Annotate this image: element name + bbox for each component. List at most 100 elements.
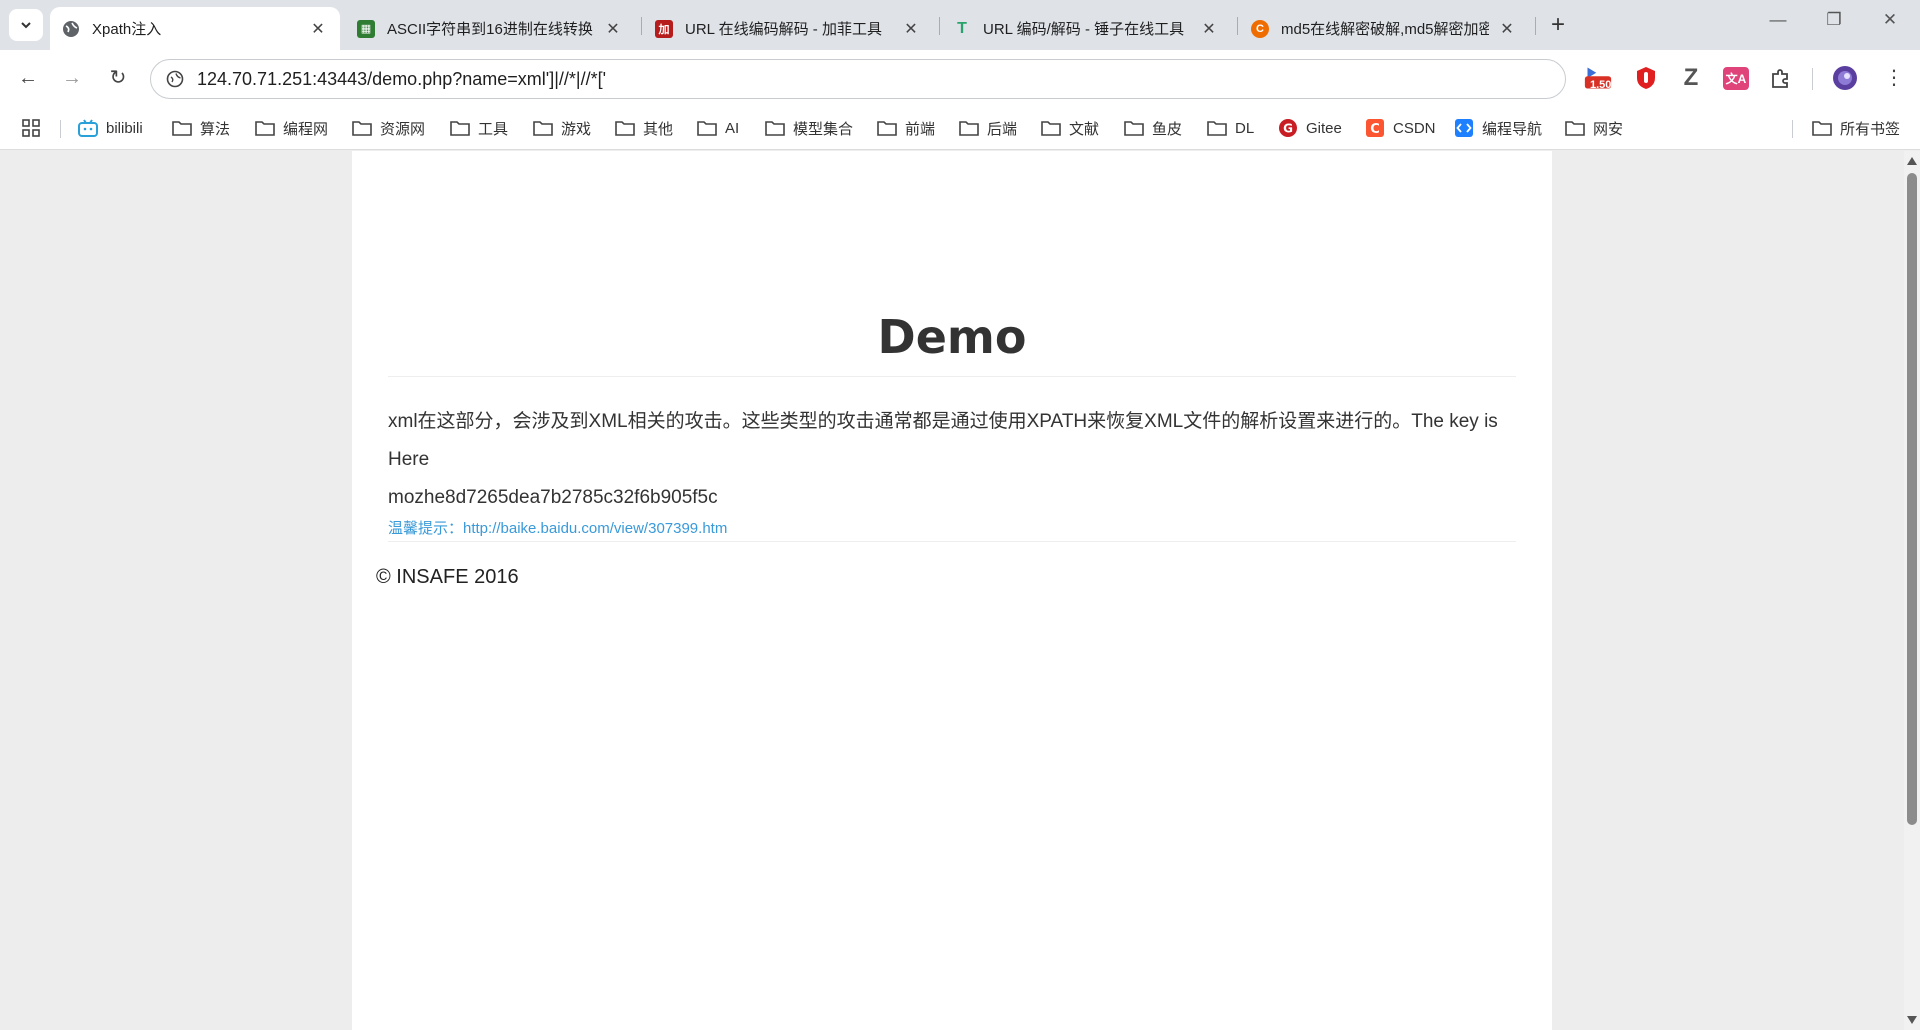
scroll-down-arrow-icon[interactable]: [1907, 1016, 1917, 1024]
svg-text:C: C: [1370, 122, 1380, 137]
bookmark-folder-backend[interactable]: 后端: [959, 115, 1017, 141]
forward-button[interactable]: →: [58, 64, 86, 92]
window-close-button[interactable]: ✕: [1870, 10, 1910, 30]
scrollbar[interactable]: [1904, 151, 1920, 1030]
bookmark-label: 算法: [200, 120, 231, 138]
folder-icon: [765, 119, 785, 137]
tab-xpath[interactable]: Xpath注入 ✕: [50, 7, 340, 50]
bookmark-folder-biancheng[interactable]: 编程网: [255, 115, 328, 141]
bookmark-separator: [60, 120, 61, 138]
content-key: mozhe8d7265dea7b2785c32f6b905f5c: [388, 487, 718, 508]
speed-badge-text: 1.50: [1590, 79, 1612, 91]
new-tab-button[interactable]: +: [1544, 12, 1572, 40]
bookmark-label: 其他: [643, 120, 674, 138]
restore-button[interactable]: ❐: [1814, 10, 1854, 30]
bookmark-label: 游戏: [561, 120, 592, 138]
bookmark-folder-ziyuan[interactable]: 资源网: [352, 115, 425, 141]
tab-ascii[interactable]: ▦ ASCII字符串到16进制在线转换 ✕: [345, 7, 635, 50]
hammer-icon: T: [957, 19, 967, 37]
bookmark-bilibili[interactable]: bilibili: [78, 115, 143, 141]
bookmarks-bar: bilibili 算法 编程网 资源网 工具 游戏 其他 AI 模型集合 前端 …: [0, 106, 1920, 150]
folder-icon: [697, 119, 717, 137]
scroll-thumb[interactable]: [1907, 173, 1917, 825]
bookmark-folder-frontend[interactable]: 前端: [877, 115, 935, 141]
tab-title: URL 在线编码解码 - 加菲工具: [685, 21, 882, 38]
bookmark-folder-ai[interactable]: AI: [697, 115, 739, 141]
tab-separator: [1237, 17, 1238, 35]
translate-extension-icon[interactable]: 文A: [1722, 64, 1750, 92]
toolbar-separator: [1812, 68, 1813, 90]
close-icon[interactable]: ✕: [901, 19, 921, 39]
puzzle-icon[interactable]: [1767, 64, 1795, 92]
close-icon[interactable]: ✕: [603, 19, 623, 39]
bookmark-label: 编程导航: [1482, 120, 1543, 138]
bookmark-label: 工具: [478, 120, 509, 138]
bookmark-csdn[interactable]: C CSDN: [1365, 115, 1436, 141]
adblock-extension-icon[interactable]: [1632, 64, 1660, 92]
scroll-up-arrow-icon[interactable]: [1907, 157, 1917, 165]
folder-icon: [1207, 119, 1227, 137]
page-container: Demo xml在这部分，会涉及到XML相关的攻击。这些类型的攻击通常都是通过使…: [352, 151, 1552, 1030]
close-icon[interactable]: ✕: [1497, 19, 1517, 39]
bookmark-folder-algo[interactable]: 算法: [172, 115, 230, 141]
tab-url-jiafei[interactable]: 加 URL 在线编码解码 - 加菲工具 ✕: [643, 7, 933, 50]
site-info-icon[interactable]: [165, 69, 185, 89]
globe-icon: [62, 20, 80, 38]
all-bookmarks-folder[interactable]: 所有书签: [1812, 115, 1900, 141]
tip-link[interactable]: 温馨提示：http://baike.baidu.com/view/307399.…: [388, 517, 727, 538]
folder-icon: [450, 119, 470, 137]
url-text[interactable]: 124.70.71.251:43443/demo.php?name=xml']|…: [197, 69, 606, 90]
bookmark-gitee[interactable]: G Gitee: [1278, 115, 1342, 141]
tab-md5[interactable]: C md5在线解密破解,md5解密加密 ✕: [1239, 7, 1529, 50]
bookmark-folder-yupi[interactable]: 鱼皮: [1124, 115, 1182, 141]
folder-icon: [1565, 119, 1585, 137]
close-icon[interactable]: ✕: [1199, 19, 1219, 39]
address-bar[interactable]: 124.70.71.251:43443/demo.php?name=xml']|…: [150, 59, 1566, 99]
tab-title: URL 编码/解码 - 锤子在线工具: [983, 21, 1185, 38]
bookmark-folder-security[interactable]: 网安: [1565, 115, 1623, 141]
folder-icon: [172, 119, 192, 137]
bookmark-folder-games[interactable]: 游戏: [533, 115, 591, 141]
folder-icon: [352, 119, 372, 137]
bookmark-folder-models[interactable]: 模型集合: [765, 115, 853, 141]
folder-icon: [1041, 119, 1061, 137]
avatar[interactable]: [1831, 64, 1859, 92]
bookmark-label: CSDN: [1393, 119, 1436, 137]
bookmark-folder-dl[interactable]: DL: [1207, 115, 1254, 141]
tab-search-button[interactable]: [9, 9, 43, 41]
tab-title: Xpath注入: [92, 21, 162, 38]
bookmark-label: 前端: [905, 120, 936, 138]
content-line: xml在这部分，会涉及到XML相关的攻击。这些类型的攻击通常都是通过使用XPAT…: [388, 411, 1498, 470]
copyright-footer: © INSAFE 2016: [376, 566, 519, 588]
close-icon[interactable]: ✕: [308, 19, 328, 39]
zotero-extension-icon[interactable]: Z: [1677, 64, 1705, 92]
code-nav-icon: [1454, 119, 1474, 137]
bookmark-folder-tools[interactable]: 工具: [450, 115, 508, 141]
tab-strip: Xpath注入 ✕ ▦ ASCII字符串到16进制在线转换 ✕ 加 URL 在线…: [0, 0, 1920, 50]
bookmark-label: 后端: [987, 120, 1018, 138]
speed-extension-icon[interactable]: 1.50: [1584, 64, 1612, 92]
menu-button[interactable]: ⋮: [1880, 64, 1908, 92]
reload-button[interactable]: ↻: [104, 64, 132, 92]
gitee-icon: G: [1278, 119, 1298, 137]
bookmark-code-nav[interactable]: 编程导航: [1454, 115, 1542, 141]
page-title: Demo: [388, 310, 1516, 377]
bookmark-label: 网安: [1593, 120, 1624, 138]
bookmark-folder-other[interactable]: 其他: [615, 115, 673, 141]
bookmark-label: 文献: [1069, 120, 1100, 138]
apps-icon[interactable]: [22, 115, 40, 141]
bookmark-label: 鱼皮: [1152, 120, 1183, 138]
bookmark-label: 资源网: [380, 120, 426, 138]
spreadsheet-icon: ▦: [357, 19, 375, 38]
tab-url-hammer[interactable]: T URL 编码/解码 - 锤子在线工具 ✕: [941, 7, 1231, 50]
bilibili-icon: [78, 119, 98, 137]
translate-icon-text: 文A: [1722, 66, 1750, 90]
bookmark-folder-papers[interactable]: 文献: [1041, 115, 1099, 141]
folder-icon: [877, 119, 897, 137]
bookmark-label: 模型集合: [793, 120, 854, 138]
back-button[interactable]: ←: [14, 64, 42, 92]
bookmark-label: 所有书签: [1840, 120, 1901, 138]
minimize-button[interactable]: —: [1758, 10, 1798, 30]
csdn-icon: C: [1365, 119, 1385, 137]
folder-icon: [533, 119, 553, 137]
